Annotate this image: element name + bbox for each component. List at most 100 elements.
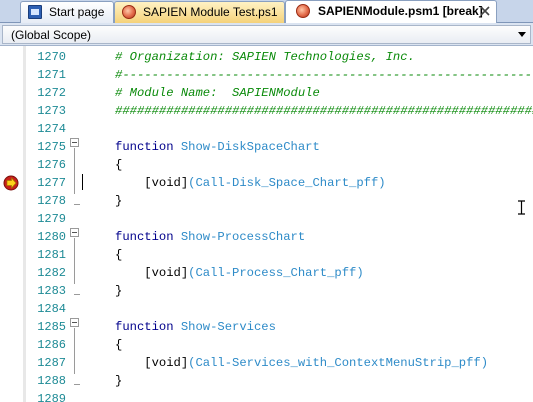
code-line[interactable]: 1283} <box>0 282 533 300</box>
line-number: 1287 <box>37 356 66 370</box>
line-number: 1286 <box>37 338 66 352</box>
powershell-file-icon <box>296 4 310 18</box>
scope-bar: (Global Scope) <box>0 23 533 46</box>
fold-guide <box>74 328 75 374</box>
line-number: 1283 <box>37 284 66 298</box>
ibeam-cursor-icon <box>518 200 525 215</box>
line-number: 1288 <box>37 374 66 388</box>
code-line[interactable]: 1281 { <box>0 246 533 264</box>
fold-toggle-icon[interactable] <box>70 318 79 327</box>
tab-sapien-module-test[interactable]: SAPIEN Module Test.ps1 <box>114 1 285 23</box>
code-text: [void](Call-Process_Chart_pff) <box>115 264 364 282</box>
keyword-token: function <box>115 320 174 334</box>
line-number: 1289 <box>37 392 66 402</box>
code-line[interactable]: 1285 function Show-Services <box>0 318 533 336</box>
type-token: [void] <box>144 266 189 280</box>
line-number: 1275 <box>37 140 66 154</box>
keyword-token: function <box>115 140 174 154</box>
code-line[interactable]: 1273 ####################################… <box>0 102 533 120</box>
close-icon[interactable] <box>479 5 491 17</box>
code-line[interactable]: 1272 # Module Name: SAPIENModule <box>0 84 533 102</box>
type-token: [void] <box>144 356 189 370</box>
function-name-token: Show-DiskSpaceChart <box>180 140 320 154</box>
code-line[interactable]: 1275 function Show-DiskSpaceChart <box>0 138 533 156</box>
fold-guide <box>74 148 75 194</box>
code-text: # Organization: SAPIEN Technologies, Inc… <box>115 48 415 66</box>
function-name-token: Show-Services <box>180 320 276 334</box>
scope-dropdown[interactable]: (Global Scope) <box>2 25 531 44</box>
comment-token: # Module Name: SAPIENModule <box>115 86 320 100</box>
line-number: 1270 <box>37 50 66 64</box>
line-number: 1285 <box>37 320 66 334</box>
code-line[interactable]: 1279 <box>0 210 533 228</box>
code-line[interactable]: 1282 [void](Call-Process_Chart_pff) <box>0 264 533 282</box>
start-page-icon <box>28 5 42 19</box>
code-text: } <box>115 282 122 300</box>
punctuation-token: { <box>115 158 123 172</box>
code-line[interactable]: 1288} <box>0 372 533 390</box>
call-token: (Call-Services_with_ContextMenuStrip_pff… <box>188 356 489 370</box>
line-number: 1272 <box>37 86 66 100</box>
fold-guide <box>74 238 75 284</box>
code-text: } <box>115 372 122 390</box>
code-line[interactable]: 1270 # Organization: SAPIEN Technologies,… <box>0 48 533 66</box>
code-text: function Show-Services <box>115 318 276 336</box>
line-number: 1274 <box>37 122 66 136</box>
line-number: 1284 <box>37 302 66 316</box>
code-text: # Module Name: SAPIENModule <box>115 84 320 102</box>
code-text: function Show-DiskSpaceChart <box>115 138 320 156</box>
code-text: { <box>115 246 122 264</box>
code-text: { <box>115 336 122 354</box>
line-number: 1273 <box>37 104 66 118</box>
document-tab-strip: Start page SAPIEN Module Test.ps1 SAPIEN… <box>0 0 533 23</box>
punctuation-token: { <box>115 338 123 352</box>
scope-value: (Global Scope) <box>11 28 92 42</box>
fold-end-marker <box>74 384 80 385</box>
comment-token: ########################################… <box>115 104 533 118</box>
chevron-down-icon[interactable] <box>518 32 526 37</box>
code-line[interactable]: 1274 <box>0 120 533 138</box>
code-text: ########################################… <box>115 102 533 120</box>
tab-start-page[interactable]: Start page <box>20 1 114 23</box>
fold-toggle-icon[interactable] <box>70 138 79 147</box>
code-text: [void](Call-Services_with_ContextMenuStr… <box>115 354 488 372</box>
code-line[interactable]: 1276 { <box>0 156 533 174</box>
type-token: [void] <box>144 176 189 190</box>
code-line[interactable]: 1287 [void](Call-Services_with_ContextMe… <box>0 354 533 372</box>
breakpoint-current-line-icon[interactable] <box>3 175 19 191</box>
call-token: (Call-Process_Chart_pff) <box>188 266 364 280</box>
fold-toggle-icon[interactable] <box>70 228 79 237</box>
tab-sapien-module-psm1[interactable]: SAPIENModule.psm1 [break] <box>285 0 497 23</box>
fold-end-marker <box>74 204 80 205</box>
punctuation-token: } <box>115 374 123 388</box>
keyword-token: function <box>115 230 174 244</box>
code-line[interactable]: 1284 <box>0 300 533 318</box>
fold-end-marker <box>74 294 80 295</box>
line-number: 1277 <box>37 176 66 190</box>
call-token: (Call-Disk_Space_Chart_pff) <box>188 176 386 190</box>
code-text: #---------------------------------------… <box>115 66 533 84</box>
code-line[interactable]: 1277 [void](Call-Disk_Space_Chart_pff) <box>0 174 533 192</box>
code-line[interactable]: 1278} <box>0 192 533 210</box>
punctuation-token: { <box>115 248 123 262</box>
line-number: 1281 <box>37 248 66 262</box>
line-number: 1278 <box>37 194 66 208</box>
punctuation-token: } <box>115 284 123 298</box>
code-line[interactable]: 1289 <box>0 390 533 402</box>
code-line[interactable]: 1286 { <box>0 336 533 354</box>
punctuation-token: } <box>115 194 123 208</box>
comment-token: #---------------------------------------… <box>115 68 533 82</box>
code-editor[interactable]: 1270 # Organization: SAPIEN Technologies,… <box>0 46 533 402</box>
line-number: 1280 <box>37 230 66 244</box>
line-number: 1279 <box>37 212 66 226</box>
code-line[interactable]: 1271 #-----------------------------------… <box>0 66 533 84</box>
code-text: } <box>115 192 122 210</box>
line-number: 1282 <box>37 266 66 280</box>
tab-label: Start page <box>49 5 105 19</box>
function-name-token: Show-ProcessChart <box>180 230 306 244</box>
line-number: 1271 <box>37 68 66 82</box>
code-text: { <box>115 156 122 174</box>
line-number: 1276 <box>37 158 66 172</box>
code-text: [void](Call-Disk_Space_Chart_pff) <box>115 174 386 192</box>
code-line[interactable]: 1280 function Show-ProcessChart <box>0 228 533 246</box>
